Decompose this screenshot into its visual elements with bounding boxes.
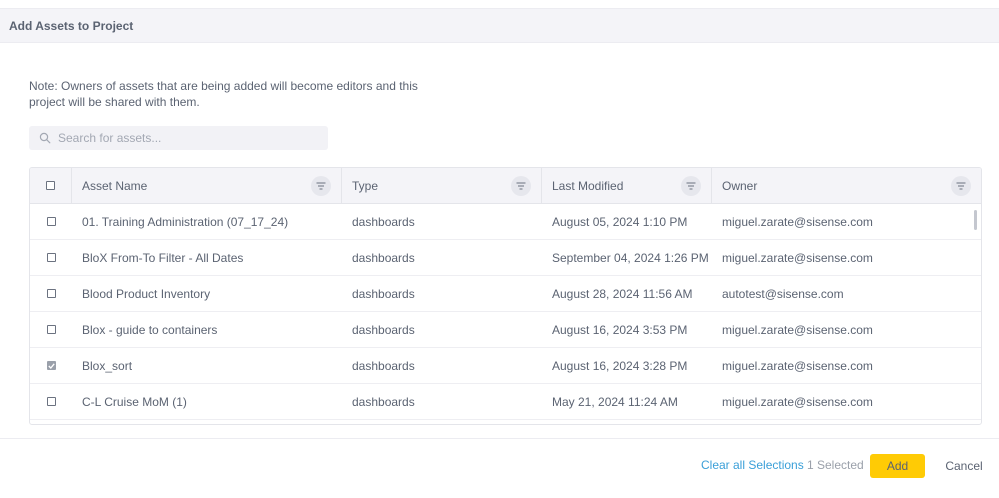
- row-check-cell: [30, 397, 72, 406]
- owner-cell: miguel.zarate@sisense.com: [722, 214, 873, 229]
- table-row[interactable]: C-L Cruise MoM (1) dashboards May 21, 20…: [30, 384, 981, 420]
- row-checkbox[interactable]: [46, 289, 56, 298]
- table-row[interactable]: Blood Product Inventory dashboards Augus…: [30, 276, 981, 312]
- filter-icon: [516, 182, 526, 190]
- table-row[interactable]: 01. Training Administration (07_17_24) d…: [30, 204, 981, 240]
- type-cell: dashboards: [352, 250, 415, 265]
- row-checkbox-checked[interactable]: [46, 361, 56, 370]
- row-checkbox[interactable]: [46, 217, 56, 226]
- asset-name-cell: Blood Product Inventory: [82, 286, 211, 301]
- column-header-owner: Owner: [712, 168, 981, 203]
- row-checkbox[interactable]: [46, 325, 56, 334]
- table-scrollbar[interactable]: [974, 210, 977, 230]
- column-label: Last Modified: [552, 178, 624, 193]
- owners-note: Note: Owners of assets that are being ad…: [29, 79, 418, 109]
- last-modified-cell: August 05, 2024 1:10 PM: [552, 214, 688, 229]
- row-checkbox[interactable]: [46, 253, 56, 262]
- header-select-all-cell: [30, 168, 72, 203]
- row-check-cell: [30, 289, 72, 298]
- filter-icon: [686, 182, 696, 190]
- row-checkbox[interactable]: [46, 397, 56, 406]
- footer-divider: [0, 438, 999, 439]
- last-modified-cell: September 04, 2024 1:26 PM: [552, 250, 709, 265]
- column-label: Owner: [722, 178, 758, 193]
- filter-icon: [956, 182, 966, 190]
- last-modified-cell: August 16, 2024 3:53 PM: [552, 322, 688, 337]
- add-button[interactable]: Add: [870, 454, 925, 478]
- assets-table: Asset Name Type Last Modified Owner 01. …: [29, 167, 982, 425]
- dialog-header: Add Assets to Project: [0, 8, 999, 43]
- asset-name-cell: C-L Cruise MoM (1): [82, 394, 187, 409]
- last-modified-cell: August 16, 2024 3:28 PM: [552, 358, 688, 373]
- asset-name-cell: 01. Training Administration (07_17_24): [82, 214, 289, 229]
- row-check-cell: [30, 217, 72, 226]
- checkmark-icon: [47, 362, 55, 369]
- owner-cell: miguel.zarate@sisense.com: [722, 394, 873, 409]
- owner-cell: miguel.zarate@sisense.com: [722, 250, 873, 265]
- search-input[interactable]: [58, 131, 308, 145]
- table-row[interactable]: Blox - guide to containers dashboards Au…: [30, 312, 981, 348]
- clear-all-selections-link[interactable]: Clear all Selections: [701, 458, 804, 472]
- dialog-title: Add Assets to Project: [9, 18, 134, 33]
- select-all-checkbox[interactable]: [46, 181, 55, 190]
- row-check-cell: [30, 253, 72, 262]
- column-header-asset-name: Asset Name: [72, 168, 342, 203]
- search-box[interactable]: [29, 126, 328, 150]
- owner-filter-button[interactable]: [951, 176, 971, 196]
- type-cell: dashboards: [352, 358, 415, 373]
- type-cell: dashboards: [352, 394, 415, 409]
- table-header: Asset Name Type Last Modified Owner: [30, 168, 981, 204]
- row-check-cell: [30, 361, 72, 370]
- selected-count: 1 Selected: [807, 458, 864, 472]
- owner-cell: miguel.zarate@sisense.com: [722, 322, 873, 337]
- asset-name-cell: Blox_sort: [82, 358, 133, 373]
- type-cell: dashboards: [352, 286, 415, 301]
- column-label: Type: [352, 178, 379, 193]
- last-modified-cell: May 21, 2024 11:24 AM: [552, 394, 678, 409]
- filter-icon: [316, 182, 326, 190]
- owner-cell: autotest@sisense.com: [722, 286, 844, 301]
- type-cell: dashboards: [352, 214, 415, 229]
- table-row[interactable]: Blox_sort dashboards August 16, 2024 3:2…: [30, 348, 981, 384]
- table-row[interactable]: BloX From-To Filter - All Dates dashboar…: [30, 240, 981, 276]
- asset-name-cell: Blox - guide to containers: [82, 322, 218, 337]
- type-cell: dashboards: [352, 322, 415, 337]
- column-header-last-modified: Last Modified: [542, 168, 712, 203]
- asset-name-filter-button[interactable]: [311, 176, 331, 196]
- search-icon: [39, 132, 51, 144]
- column-header-type: Type: [342, 168, 542, 203]
- last-modified-filter-button[interactable]: [681, 176, 701, 196]
- row-check-cell: [30, 325, 72, 334]
- asset-name-cell: BloX From-To Filter - All Dates: [82, 250, 244, 265]
- owner-cell: miguel.zarate@sisense.com: [722, 358, 873, 373]
- last-modified-cell: August 28, 2024 11:56 AM: [552, 286, 693, 301]
- type-filter-button[interactable]: [511, 176, 531, 196]
- cancel-button[interactable]: Cancel: [940, 454, 988, 478]
- column-label: Asset Name: [82, 178, 148, 193]
- table-body[interactable]: 01. Training Administration (07_17_24) d…: [30, 204, 981, 424]
